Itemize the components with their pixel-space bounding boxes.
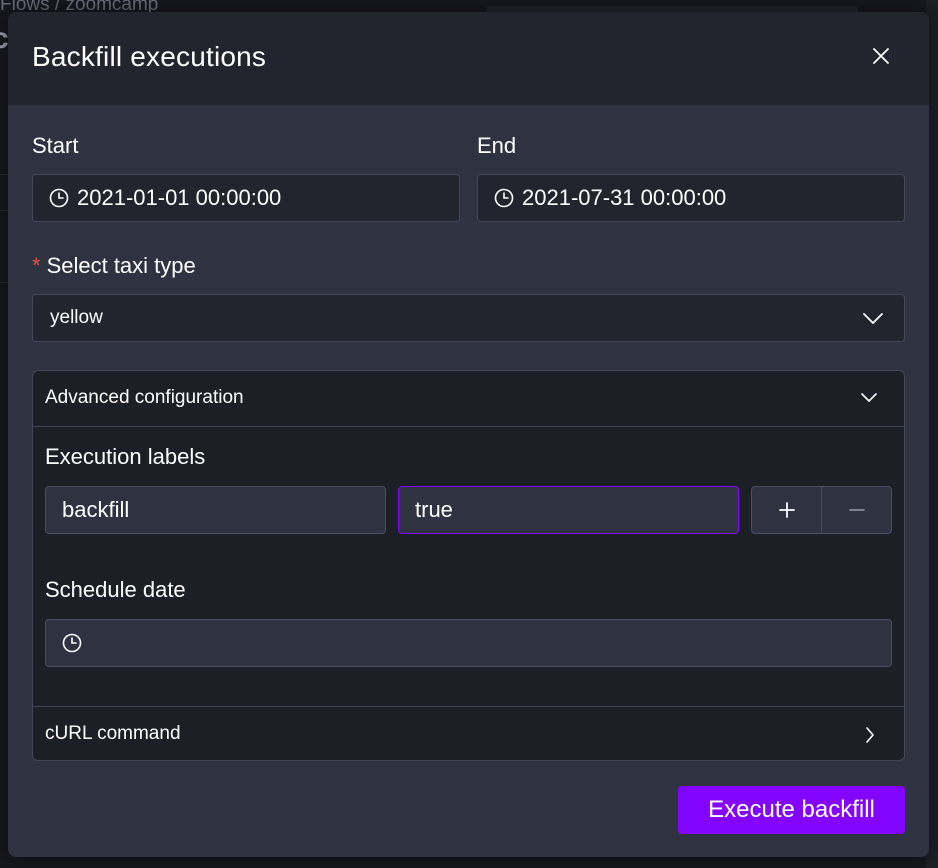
taxi-type-value: yellow [50,307,103,328]
advanced-configuration-header[interactable]: Advanced configuration [33,371,904,427]
advanced-configuration-body: Execution labels backfill true Schedule … [33,428,904,706]
close-button[interactable] [869,44,893,68]
backfill-modal: Backfill executions Start End 2021-01-01… [8,12,929,857]
chevron-down-icon [863,313,883,324]
label-value-input[interactable]: true [398,486,739,534]
clock-icon [62,633,82,653]
schedule-date-label: Schedule date [45,577,186,602]
minus-icon [848,509,865,511]
schedule-date-field[interactable] [45,619,892,667]
execution-labels-label: Execution labels [45,444,206,469]
curl-command-header[interactable]: cURL command [33,706,904,760]
taxi-type-select[interactable]: yellow [32,294,905,342]
modal-title: Backfill executions [32,41,267,72]
end-label: End [477,133,517,158]
remove-label-button[interactable] [821,487,891,533]
label-key-value: backfill [62,497,130,522]
advanced-configuration-title: Advanced configuration [45,387,244,408]
close-icon [873,48,889,64]
clock-icon [49,188,69,208]
label-button-group [751,486,892,534]
start-date-value: 2021-01-01 00:00:00 [77,185,282,210]
clock-icon [494,188,514,208]
chevron-right-icon [866,727,874,743]
taxi-type-label: * Select taxi type [32,253,196,279]
taxi-type-label-text: Select taxi type [46,253,196,278]
end-date-value: 2021-07-31 00:00:00 [522,185,727,210]
curl-command-title: cURL command [45,723,181,744]
label-value-value: true [415,497,453,522]
advanced-configuration-panel: Advanced configuration Execution labels … [32,370,905,761]
start-label: Start [32,133,79,158]
required-mark: * [32,253,41,278]
label-key-input[interactable]: backfill [45,486,386,534]
add-label-button[interactable] [752,487,821,533]
modal-header: Backfill executions [8,12,929,105]
start-date-field[interactable]: 2021-01-01 00:00:00 [32,174,460,222]
plus-icon [778,502,795,518]
end-date-field[interactable]: 2021-07-31 00:00:00 [477,174,905,222]
execute-backfill-button[interactable]: Execute backfill [678,786,905,834]
chevron-down-icon [861,393,877,402]
